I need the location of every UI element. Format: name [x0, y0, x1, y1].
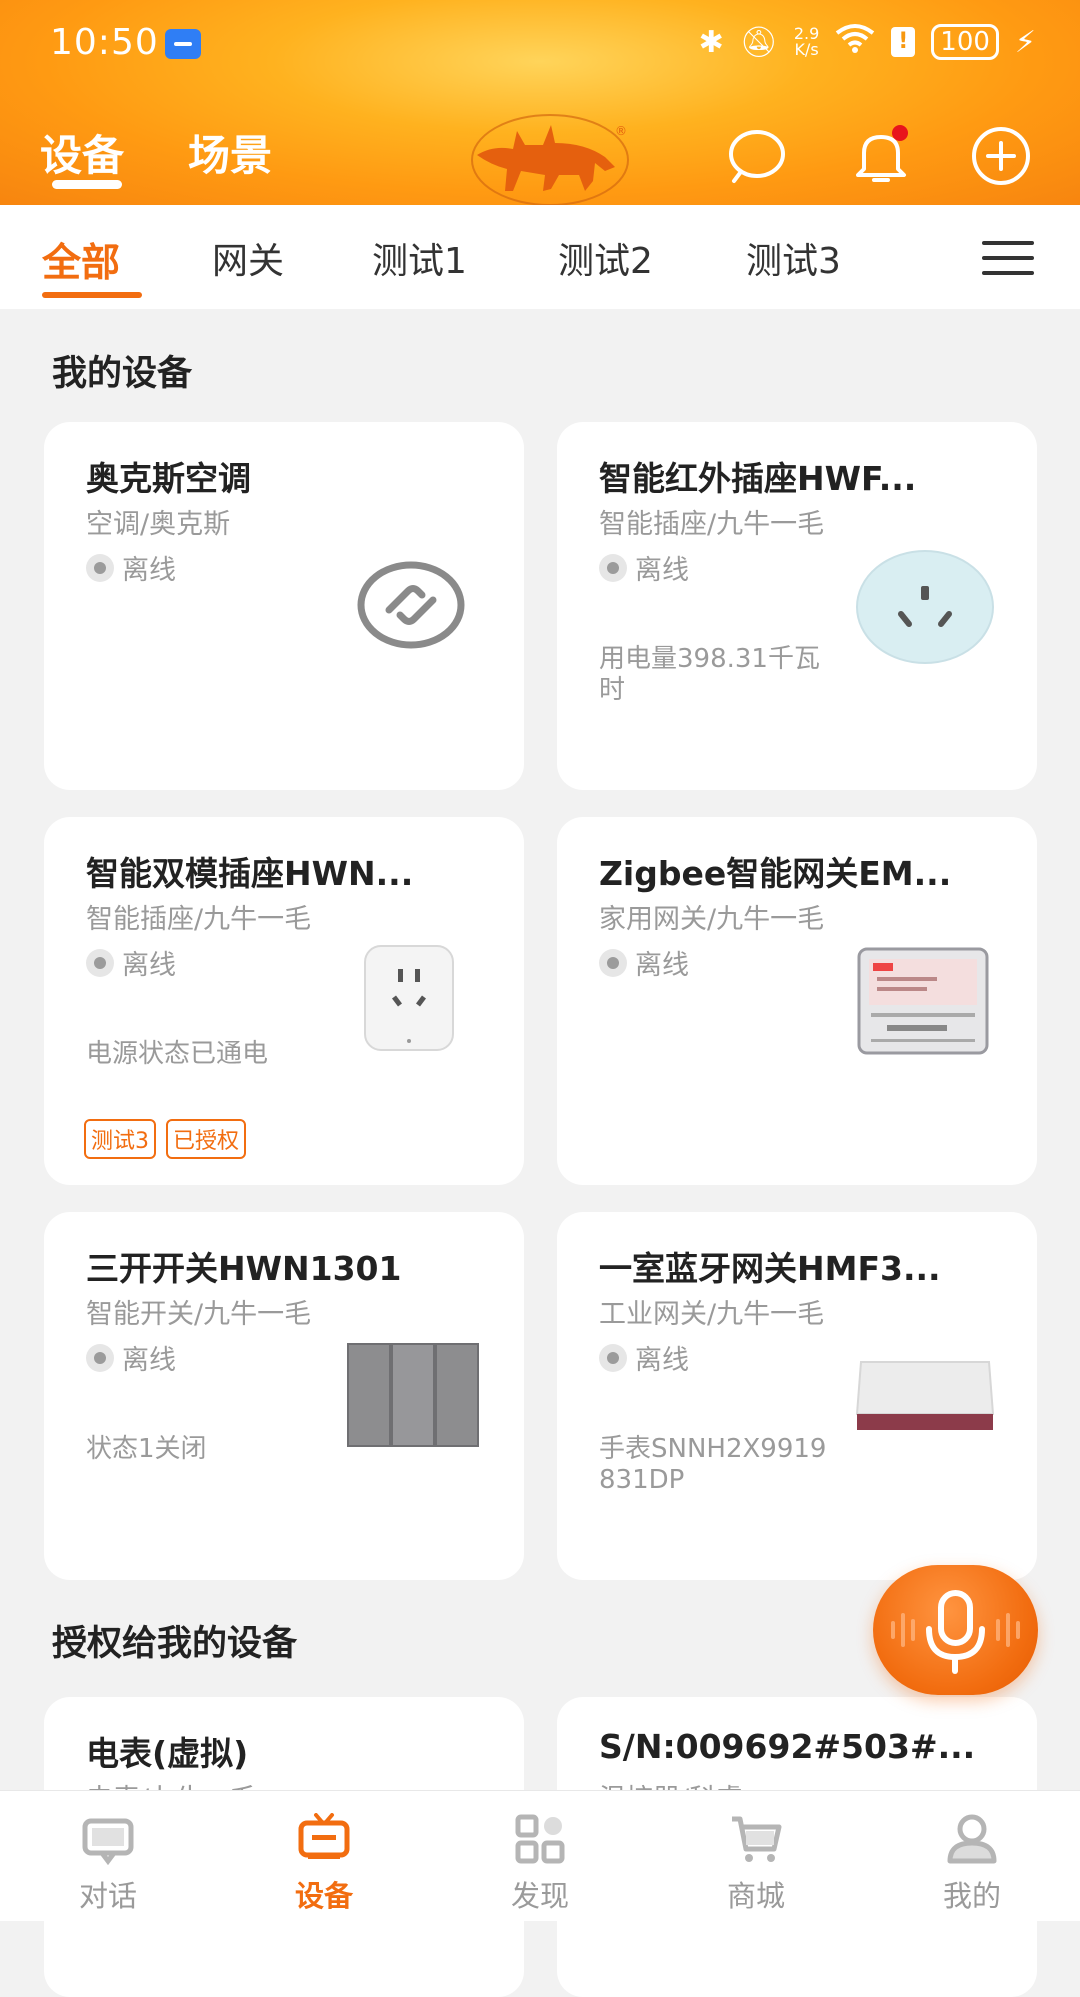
- device-info: 用电量398.31千瓦时: [599, 644, 820, 705]
- bottom-navigation: 对话 设备 发现 商城 我的: [0, 1790, 1080, 1921]
- tab-scenes[interactable]: 场景: [188, 122, 272, 183]
- square-socket-image: [364, 945, 454, 1051]
- status-icons: ✱ 🔕︎ 2.9 K/s ! 100 ⚡: [699, 22, 1036, 62]
- nav-label: 设备: [294, 1879, 353, 1913]
- status-text: 离线: [122, 1345, 176, 1376]
- device-type: 智能插座/九牛一毛: [599, 509, 825, 540]
- status-time: 10:50: [50, 22, 159, 63]
- category-test3[interactable]: 测试3: [746, 232, 841, 284]
- mute-icon: 🔕︎: [739, 24, 778, 60]
- discover-icon: [515, 1814, 565, 1864]
- device-name: 电表(虚拟): [86, 1734, 249, 1773]
- zigbee-gateway-image: [857, 947, 989, 1055]
- device-name: 奥克斯空调: [86, 459, 251, 498]
- device-card[interactable]: 奥克斯空调 空调/奥克斯 离线: [44, 422, 524, 790]
- nav-label: 对话: [78, 1879, 137, 1913]
- device-info: 手表SNNH2X9919831DP: [599, 1434, 827, 1495]
- charging-icon: ⚡: [1014, 24, 1036, 60]
- status-text: 离线: [635, 555, 689, 586]
- device-name: 智能红外插座HWF...: [599, 459, 917, 498]
- device-name: 智能双模插座HWN...: [86, 854, 414, 893]
- add-device-icon[interactable]: [970, 125, 1032, 187]
- status-text: 离线: [122, 950, 176, 981]
- tab-devices[interactable]: 设备: [40, 122, 124, 183]
- device-status: 离线: [599, 548, 689, 587]
- menu-icon[interactable]: [982, 241, 1034, 275]
- chat-icon: [82, 1818, 134, 1865]
- device-type: 空调/奥克斯: [86, 509, 231, 540]
- alert-icon: !: [891, 27, 916, 57]
- search-icon[interactable]: [726, 125, 788, 187]
- tag-group: 测试3: [84, 1119, 156, 1159]
- tag-authorized: 已授权: [166, 1119, 247, 1159]
- device-name: Zigbee智能网关EM...: [599, 854, 952, 893]
- nav-chat[interactable]: 对话: [0, 1791, 216, 1921]
- status-dot-icon: [86, 948, 114, 977]
- microphone-icon: [891, 1590, 1020, 1674]
- bell-icon[interactable]: [850, 125, 912, 187]
- section-title-my-devices: 我的设备: [52, 354, 193, 394]
- device-card[interactable]: 智能双模插座HWN... 智能插座/九牛一毛 离线 电源状态已通电 测试3 已授…: [44, 817, 524, 1185]
- triple-switch-image: [347, 1343, 479, 1447]
- usb-icon: [165, 29, 201, 59]
- status-text: 离线: [122, 555, 176, 586]
- device-status: 离线: [599, 1338, 689, 1377]
- status-bar: 10:50 ✱ 🔕︎ 2.9 K/s ! 100 ⚡: [0, 0, 1080, 90]
- nav-devices[interactable]: 设备: [216, 1791, 432, 1921]
- category-all[interactable]: 全部: [42, 232, 120, 288]
- profile-icon: [947, 1814, 997, 1864]
- device-info: 电源状态已通电: [86, 1039, 269, 1069]
- status-text: 离线: [635, 950, 689, 981]
- cart-icon: [732, 1816, 782, 1862]
- category-gateway[interactable]: 网关: [212, 232, 284, 284]
- device-type: 家用网关/九牛一毛: [599, 904, 825, 935]
- device-info: 状态1关闭: [86, 1434, 207, 1464]
- status-dot-icon: [599, 948, 627, 977]
- device-name: 三开开关HWN1301: [86, 1249, 402, 1288]
- device-status: 离线: [599, 943, 689, 982]
- category-bar: [0, 205, 1080, 309]
- nav-discover[interactable]: 发现: [432, 1791, 648, 1921]
- round-socket-image: [856, 550, 994, 664]
- device-name: S/N:009692#503#...: [599, 1727, 976, 1766]
- status-dot-icon: [86, 1343, 114, 1372]
- nav-label: 商城: [726, 1879, 785, 1913]
- status-dot-icon: [599, 553, 627, 582]
- device-status: 离线: [86, 943, 176, 982]
- tab-indicator: [52, 180, 122, 189]
- status-text: 离线: [635, 1345, 689, 1376]
- nav-label: 我的: [942, 1879, 1001, 1913]
- nav-label: 发现: [510, 1879, 569, 1913]
- device-card[interactable]: Zigbee智能网关EM... 家用网关/九牛一毛 离线: [557, 817, 1037, 1185]
- device-type: 工业网关/九牛一毛: [599, 1299, 825, 1330]
- category-indicator: [42, 292, 142, 298]
- device-name: 一室蓝牙网关HMF3...: [599, 1249, 941, 1288]
- bull-logo-icon: ®: [471, 114, 629, 205]
- device-card[interactable]: 三开开关HWN1301 智能开关/九牛一毛 离线 状态1关闭: [44, 1212, 524, 1580]
- device-type: 智能插座/九牛一毛: [86, 904, 312, 935]
- voice-assistant-button[interactable]: [873, 1565, 1038, 1695]
- status-dot-icon: [86, 553, 114, 582]
- device-card[interactable]: 一室蓝牙网关HMF3... 工业网关/九牛一毛 离线 手表SNNH2X99198…: [557, 1212, 1037, 1580]
- bluetooth-gateway-image: [855, 1361, 995, 1430]
- device-card[interactable]: 智能红外插座HWF... 智能插座/九牛一毛 离线 用电量398.31千瓦时: [557, 422, 1037, 790]
- section-title-authorized: 授权给我的设备: [52, 1624, 298, 1664]
- category-test2[interactable]: 测试2: [558, 232, 653, 284]
- nav-profile[interactable]: 我的: [864, 1791, 1080, 1921]
- network-speed: 2.9 K/s: [793, 24, 820, 59]
- device-status: 离线: [86, 548, 176, 587]
- device-link-icon: [357, 561, 465, 649]
- app-header: 10:50 ✱ 🔕︎ 2.9 K/s ! 100 ⚡ 设备 场景 ®: [0, 0, 1080, 205]
- status-dot-icon: [599, 1343, 627, 1372]
- wifi-icon: [835, 23, 875, 61]
- device-icon: [298, 1813, 350, 1859]
- battery-indicator: 100: [931, 24, 999, 60]
- device-tags: 测试3 已授权: [84, 1119, 247, 1159]
- bluetooth-icon: ✱: [698, 24, 724, 60]
- svg-text:®: ®: [615, 124, 627, 138]
- device-type: 智能开关/九牛一毛: [86, 1299, 312, 1330]
- nav-mall[interactable]: 商城: [648, 1791, 864, 1921]
- category-test1[interactable]: 测试1: [372, 232, 467, 284]
- device-status: 离线: [86, 1338, 176, 1377]
